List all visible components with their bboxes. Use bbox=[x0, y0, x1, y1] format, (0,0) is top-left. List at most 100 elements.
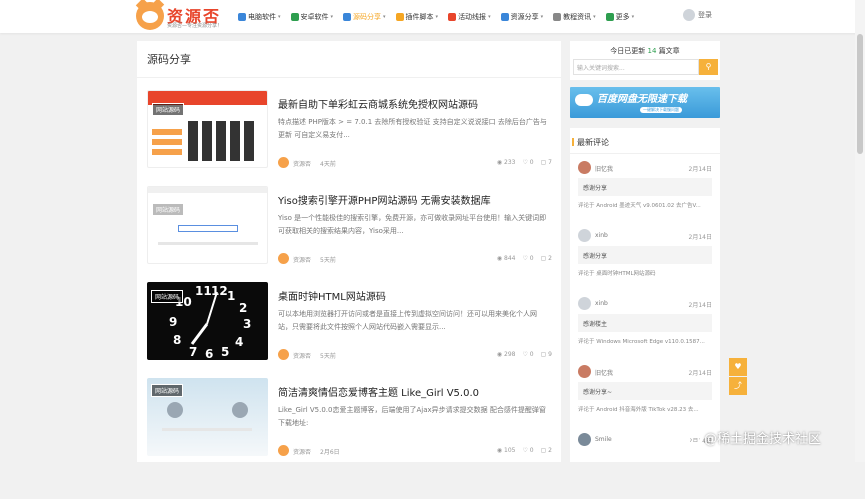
send-icon bbox=[500, 12, 509, 21]
post-date: 5天前 bbox=[320, 353, 336, 360]
main-nav: 电脑软件 ▾ 安卓软件 ▾ 源码分享 ▾ 插件脚本 ▾ 活动线报 ▾ 资源分享 ▾ 教程资讯 ▾ 更多 ▾ bbox=[238, 0, 644, 33]
post-item[interactable]: 网站源码 简洁清爽情侣恋爱博客主题 Like_Girl V5.0.0 Like_… bbox=[147, 378, 552, 458]
comment-target[interactable]: 评论于 桌面时钟HTML网站源码 bbox=[578, 269, 714, 277]
comment-target[interactable]: 评论于 Android 墨迹天气 v9.0601.02 去广告V... bbox=[578, 201, 714, 209]
post-badge: 网站源码 bbox=[152, 203, 185, 216]
search-icon: ⚲ bbox=[705, 62, 712, 71]
post-thumbnail[interactable]: 网站源码 bbox=[147, 90, 268, 168]
like-icon[interactable]: ♡ 0 bbox=[522, 255, 533, 262]
nav-item-label: 教程资讯 bbox=[563, 12, 592, 21]
post-title[interactable]: 桌面时钟HTML网站源码 bbox=[278, 288, 386, 303]
nav-item[interactable]: 电脑软件 ▾ bbox=[238, 12, 281, 22]
chevron-down-icon: ▾ bbox=[593, 13, 596, 20]
post-item[interactable]: 网站源码 Yiso搜索引擎开源PHP网站源码 无需安装数据库 Yiso 是一个性… bbox=[147, 186, 552, 266]
nav-item[interactable]: 教程资讯 ▾ bbox=[553, 12, 596, 22]
post-author[interactable]: 资源否 bbox=[293, 255, 311, 264]
nav-item[interactable]: 源码分享 ▾ bbox=[343, 12, 386, 22]
post-thumbnail[interactable]: 网站源码 bbox=[147, 186, 268, 264]
comment-icon[interactable]: ▢ 7 bbox=[541, 159, 552, 166]
comment-item[interactable]: xinb 2月14日 感谢楼主 评论于 Windows Microsoft Ed… bbox=[578, 297, 714, 363]
post-meta: 资源否 5天前 ◉ 844 ♡ 0 ▢ 2 bbox=[278, 253, 552, 266]
comment-target[interactable]: 评论于 Android 抖音海外版 TikTok v28.23 去... bbox=[578, 405, 714, 413]
like-icon[interactable]: ♡ 0 bbox=[522, 159, 533, 166]
site-logo[interactable]: 资源否 资源否—专注资源分享！ bbox=[136, 2, 228, 31]
nav-item[interactable]: 活动线报 ▾ bbox=[448, 12, 491, 22]
comment-author: xinb bbox=[595, 232, 608, 239]
post-badge: 网站源码 bbox=[151, 290, 184, 303]
banner-subtitle: 一键解决下载慢问题 bbox=[640, 107, 682, 113]
post-comments: 9 bbox=[548, 351, 552, 358]
comment-date: 2月14日 bbox=[688, 234, 712, 241]
chevron-down-icon: ▾ bbox=[488, 13, 491, 20]
post-excerpt: Yiso 是一个性能极佳的搜索引擎，免费开源，亦可做收录网址平台使用！输入关键词… bbox=[278, 214, 547, 235]
heart-icon: ♥ bbox=[734, 362, 742, 371]
comment-item[interactable]: 旧忆我 2月14日 感谢分享 评论于 Android 墨迹天气 v9.0601.… bbox=[578, 161, 714, 227]
avatar bbox=[578, 297, 591, 310]
gear-icon bbox=[553, 12, 562, 21]
svg-text:12: 12 bbox=[211, 284, 228, 298]
post-likes: 0 bbox=[529, 255, 534, 262]
post-item[interactable]: 网站源码 最新自助下单彩虹云商城系统免授权网站源码 特点描述 PHP版本 > =… bbox=[147, 90, 552, 170]
scrollbar-thumb[interactable] bbox=[857, 34, 863, 154]
nav-item[interactable]: 插件脚本 ▾ bbox=[395, 12, 439, 22]
svg-text:2: 2 bbox=[239, 301, 247, 315]
post-thumbnail[interactable]: 网站源码 bbox=[147, 378, 268, 456]
like-icon[interactable]: ♡ 0 bbox=[522, 447, 533, 454]
avatar bbox=[578, 161, 591, 174]
comment-target[interactable]: 评论于 Windows Microsoft Edge v110.0.1587..… bbox=[578, 337, 714, 345]
login-button[interactable]: 登录 bbox=[683, 9, 712, 21]
svg-text:7: 7 bbox=[189, 345, 197, 359]
today-updates: 今日已更新 14 篇文章 bbox=[610, 47, 680, 55]
comment-item[interactable]: 旧忆我 2月14日 感谢分享~ 评论于 Android 抖音海外版 TikTok… bbox=[578, 365, 714, 431]
recent-comments-widget: 最新评论 旧忆我 2月14日 感谢分享 评论于 Android 墨迹天气 v9.… bbox=[570, 128, 720, 462]
comment-icon[interactable]: ▢ 9 bbox=[541, 351, 552, 358]
post-author[interactable]: 资源否 bbox=[293, 159, 311, 168]
post-likes: 0 bbox=[529, 159, 534, 166]
comment-icon[interactable]: ▢ 2 bbox=[541, 447, 552, 454]
comment-author: 旧忆我 bbox=[595, 166, 614, 173]
chevron-down-icon: ▾ bbox=[435, 13, 439, 20]
post-title[interactable]: Yiso搜索引擎开源PHP网站源码 无需安装数据库 bbox=[278, 192, 491, 207]
post-thumbnail[interactable]: 11 12 1 10 2 9 384 765 网站源码 bbox=[147, 282, 268, 360]
comment-text: 感谢分享 bbox=[578, 178, 712, 196]
nav-item[interactable]: 资源分享 ▾ bbox=[500, 12, 543, 22]
widget-title: 最新评论 bbox=[572, 138, 609, 147]
nav-item[interactable]: 更多 ▾ bbox=[605, 12, 634, 22]
post-item[interactable]: 11 12 1 10 2 9 384 765 网站源码 桌面时钟HTML网站源码 可以本… bbox=[147, 282, 552, 362]
favorite-button[interactable]: ♥ bbox=[729, 358, 747, 376]
nav-item[interactable]: 安卓软件 ▾ bbox=[290, 12, 333, 22]
logo-slogan: 资源否—专注资源分享！ bbox=[167, 23, 223, 29]
post-author[interactable]: 资源否 bbox=[293, 351, 311, 360]
today-count: 14 bbox=[647, 47, 657, 55]
share-icon: ⤴ bbox=[734, 381, 742, 390]
post-views: 233 bbox=[504, 159, 516, 166]
post-title[interactable]: 简洁清爽情侣恋爱博客主题 Like_Girl V5.0.0 bbox=[278, 384, 479, 399]
post-views: 298 bbox=[504, 351, 516, 358]
post-likes: 0 bbox=[529, 447, 534, 454]
like-icon[interactable]: ♡ 0 bbox=[522, 351, 533, 358]
author-avatar-icon bbox=[278, 349, 289, 360]
main-content: 源码分享 网站源码 最新自助下单彩虹云商城系统免授权网站源码 特点描述 PHP版… bbox=[137, 41, 561, 462]
avatar bbox=[578, 433, 591, 446]
cloud-icon bbox=[575, 94, 593, 106]
svg-text:5: 5 bbox=[221, 345, 229, 359]
search-widget: 今日已更新 14 篇文章 输入关键词搜索... ⚲ bbox=[570, 41, 720, 80]
scrollbar[interactable] bbox=[855, 0, 865, 462]
nav-item-label: 电脑软件 bbox=[248, 12, 276, 21]
comment-date: 2月14日 bbox=[688, 370, 712, 377]
post-author[interactable]: 资源否 bbox=[293, 447, 311, 456]
author-avatar-icon bbox=[278, 253, 289, 264]
baidu-pan-banner[interactable]: 百度网盘无限速下载 一键解决下载慢问题 bbox=[570, 87, 720, 118]
search-input[interactable]: 输入关键词搜索... bbox=[573, 59, 699, 75]
views-icon: ◉ 233 bbox=[496, 159, 516, 166]
search-button[interactable]: ⚲ bbox=[699, 59, 718, 75]
share-button[interactable]: ⤴ bbox=[729, 377, 747, 395]
tv-icon bbox=[688, 432, 702, 444]
comment-icon[interactable]: ▢ 2 bbox=[541, 255, 552, 262]
post-title[interactable]: 最新自助下单彩虹云商城系统免授权网站源码 bbox=[278, 96, 478, 111]
comment-date: 2月14日 bbox=[688, 166, 712, 173]
nav-item-label: 资源分享 bbox=[510, 12, 539, 21]
avatar bbox=[578, 365, 591, 378]
comment-item[interactable]: xinb 2月14日 感谢分享 评论于 桌面时钟HTML网站源码 bbox=[578, 229, 714, 295]
svg-text:4: 4 bbox=[235, 335, 243, 349]
